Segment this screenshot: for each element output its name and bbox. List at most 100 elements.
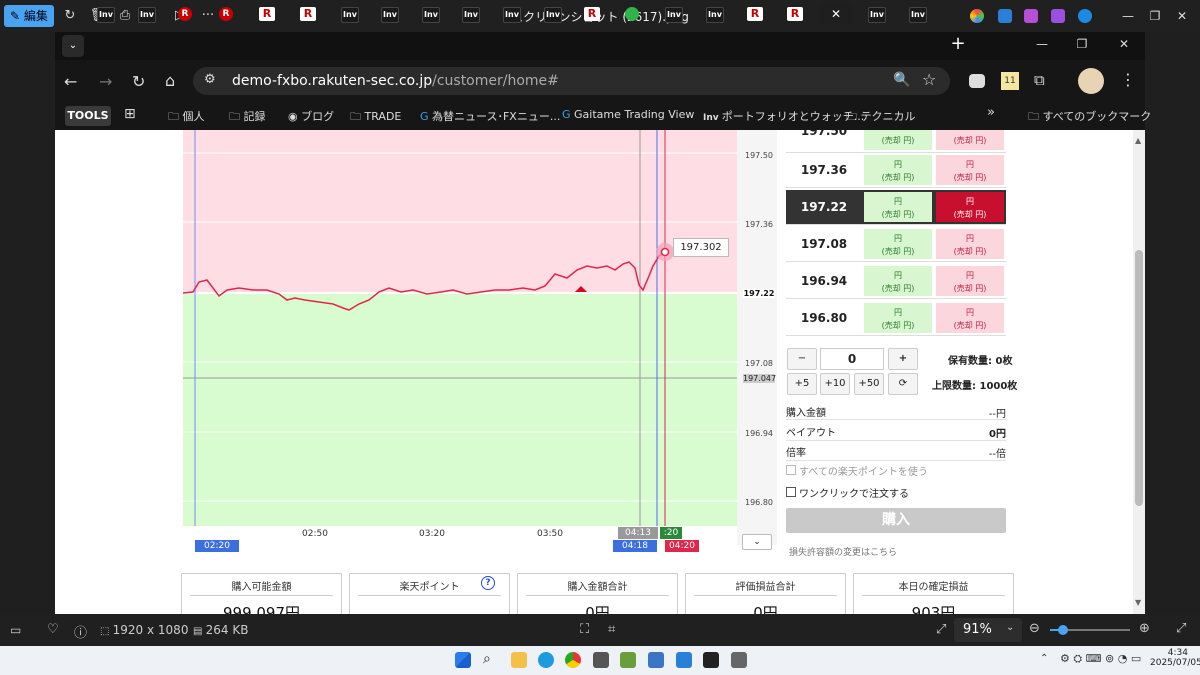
help-icon[interactable]: ? — [481, 576, 495, 590]
bookmark-item[interactable]: G Gaitame Trading View — [562, 108, 694, 121]
close-icon[interactable]: ✕ — [1170, 6, 1194, 26]
quick-add-50-button[interactable]: +50 — [854, 373, 884, 395]
crop-icon[interactable]: ⛶ — [580, 622, 589, 637]
quick-add-10-button[interactable]: +10 — [820, 373, 850, 395]
fit-icon[interactable]: ⤢ — [936, 622, 946, 637]
rotate-icon[interactable]: ↻ — [60, 6, 80, 26]
bookmark-item[interactable]: Inv ポートフォリオとウォッチ... — [703, 108, 864, 124]
loss-tolerance-link[interactable]: 損失許容額の変更はこちら — [789, 545, 897, 558]
bookmark-item[interactable]: 🗀 テクニカル — [846, 108, 916, 127]
buy-low-button[interactable]: 円 (売却 円) — [936, 192, 1004, 222]
tab[interactable]: Inv — [88, 3, 122, 25]
scroll-down-icon[interactable]: ▼ — [1135, 598, 1141, 607]
buy-high-button[interactable]: 円 (売却 円) — [864, 266, 932, 296]
info-icon[interactable]: ⓘ — [74, 622, 87, 641]
close-tab-icon[interactable]: ✕ — [828, 7, 844, 21]
scrollbar-thumb[interactable] — [1135, 250, 1143, 506]
zoom-out-icon[interactable]: ⊖ — [1029, 621, 1040, 636]
tab-search-chevron-icon[interactable]: ⌄ — [62, 35, 84, 57]
bookmark-item[interactable]: ◉ ブログ — [288, 108, 334, 124]
bookmark-item[interactable]: 🗀 記録 — [229, 108, 266, 127]
decrease-quantity-button[interactable]: − — [787, 348, 817, 370]
bookmark-item[interactable]: 🗀 TRADE — [350, 108, 401, 127]
app-icon[interactable] — [998, 9, 1012, 23]
tab[interactable]: Inv — [332, 3, 366, 25]
reload-icon[interactable]: ↻ — [132, 72, 145, 91]
tab[interactable]: . — [616, 3, 650, 25]
buy-high-button[interactable]: 円 (売却 円) — [864, 303, 932, 333]
tab[interactable]: Inv — [859, 3, 893, 25]
zoom-in-icon[interactable]: ⊕ — [1139, 621, 1150, 636]
menu-icon[interactable]: ⋮ — [1120, 70, 1136, 89]
all-bookmarks[interactable]: 🗀 すべてのブックマーク — [1028, 108, 1151, 127]
chrome-icon[interactable] — [565, 652, 581, 668]
tab[interactable]: R — [210, 3, 244, 25]
ocr-icon[interactable]: ⌗ — [608, 622, 615, 637]
zoom-slider-thumb[interactable] — [1058, 625, 1068, 635]
tray-overflow-icon[interactable]: ⌃ — [1040, 653, 1048, 664]
increase-quantity-button[interactable]: + — [888, 348, 918, 370]
tab[interactable]: R — [250, 3, 284, 25]
price-chart[interactable] — [183, 130, 737, 526]
tab[interactable]: Inv — [697, 3, 731, 25]
site-info-icon[interactable]: ⚙ — [204, 72, 216, 87]
zoom-icon[interactable]: 🔍 — [893, 72, 910, 88]
tab[interactable]: Inv — [129, 3, 163, 25]
home-icon[interactable]: ⌂ — [165, 71, 175, 90]
buy-button[interactable]: 購入 — [786, 508, 1006, 533]
buy-low-button[interactable]: 円 (売却 円) — [936, 266, 1004, 296]
bookmarks-overflow-button[interactable]: » — [987, 105, 995, 120]
scroll-up-icon[interactable]: ▲ — [1135, 136, 1141, 145]
browser-close-icon[interactable]: ✕ — [1112, 34, 1136, 54]
app-icon[interactable] — [1051, 9, 1065, 23]
app-icon[interactable] — [593, 652, 609, 668]
tools-button[interactable]: TOOLS — [65, 106, 111, 126]
photos-icon[interactable] — [676, 652, 692, 668]
new-tab-button[interactable]: + — [948, 33, 968, 57]
extension-badge[interactable]: 11 — [1001, 72, 1019, 90]
chart-collapse-button[interactable]: ⌄ — [742, 534, 772, 550]
buy-low-button[interactable]: 円 (売却 円) — [936, 155, 1004, 185]
restore-icon[interactable]: ❐ — [1143, 6, 1167, 26]
buy-low-button[interactable]: 円 (売却 円) — [936, 303, 1004, 333]
tab[interactable]: Inv — [535, 3, 569, 25]
apps-grid-icon[interactable]: ⊞ — [124, 106, 136, 122]
use-points-checkbox[interactable]: すべての楽天ポイントを使う — [786, 463, 928, 478]
start-icon[interactable] — [455, 652, 471, 668]
zoom-select[interactable]: 91% ⌄ — [954, 618, 1022, 642]
search-icon[interactable]: ⌕ — [483, 651, 491, 667]
app-icon[interactable] — [1024, 9, 1038, 23]
fullscreen-icon[interactable]: ⤢ — [1176, 621, 1186, 636]
back-icon[interactable]: ← — [64, 72, 77, 91]
favorite-icon[interactable]: ♡ — [47, 622, 59, 637]
tab[interactable]: Inv — [372, 3, 406, 25]
tab[interactable]: Inv — [413, 3, 447, 25]
one-click-checkbox[interactable]: ワンクリックで注文する — [786, 485, 909, 500]
onedrive-icon[interactable] — [1078, 9, 1092, 23]
filmstrip-icon[interactable]: ▭ — [10, 623, 21, 637]
bookmark-item[interactable]: 🗀 個人 — [168, 108, 205, 127]
tab[interactable]: R — [291, 3, 325, 25]
reset-quantity-button[interactable]: ⟳ — [888, 373, 918, 395]
app-icon[interactable] — [731, 652, 747, 668]
bookmark-item[interactable]: G 為替ニュース･FXニュー... — [420, 108, 560, 124]
forward-icon[interactable]: → — [99, 72, 112, 91]
buy-high-button[interactable]: 円 (売却 円) — [864, 229, 932, 259]
buy-high-button[interactable]: 円 (売却 円) — [864, 192, 932, 222]
file-explorer-icon[interactable] — [511, 652, 527, 668]
tab[interactable]: R — [738, 3, 772, 25]
tab[interactable]: R — [778, 3, 812, 25]
app-icon[interactable] — [620, 652, 636, 668]
edit-button[interactable]: ✎ 編集 — [4, 5, 54, 27]
tab[interactable]: Inv — [494, 3, 528, 25]
quantity-input[interactable]: 0 — [820, 348, 884, 370]
tab[interactable]: R — [575, 3, 609, 25]
copilot-icon[interactable] — [970, 9, 984, 23]
tab-active[interactable]: ✕ — [819, 3, 853, 25]
bookmark-star-icon[interactable]: ☆ — [922, 70, 936, 89]
tab[interactable]: Inv — [656, 3, 690, 25]
tab[interactable]: R — [169, 3, 203, 25]
extension-line-icon[interactable] — [969, 74, 985, 88]
tray-icons[interactable]: ⚙ ⛭ ⌨ ⊚ ◔ ▭ — [1060, 652, 1141, 666]
tab[interactable]: Inv — [900, 3, 934, 25]
